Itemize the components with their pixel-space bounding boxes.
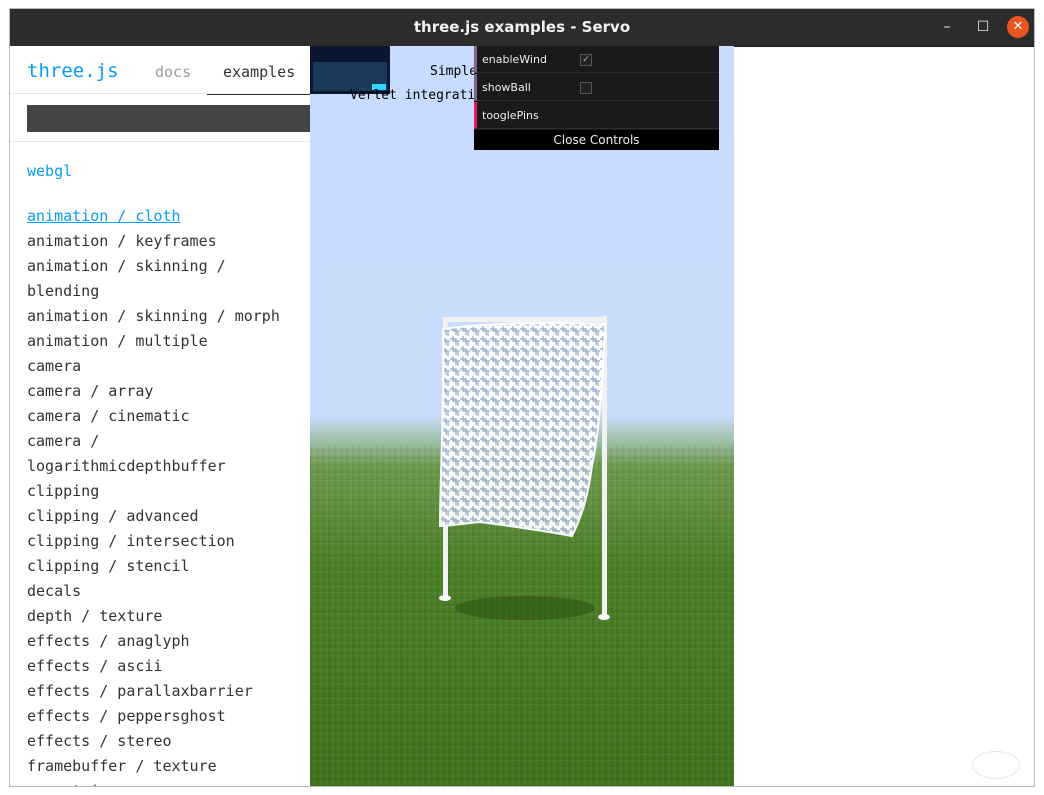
- example-link[interactable]: effects / stereo: [27, 729, 302, 754]
- webgl-viewport[interactable]: Simple Verlet integrati enableWind ✓ sho…: [310, 46, 734, 786]
- search-input[interactable]: [27, 105, 310, 132]
- maximize-button[interactable]: ☐: [972, 16, 994, 38]
- enable-wind-checkbox[interactable]: ✓: [580, 54, 592, 66]
- window-title: three.js examples - Servo: [413, 18, 631, 36]
- controls-panel: enableWind ✓ showBall tooglePins Close C…: [474, 46, 719, 150]
- example-link[interactable]: logarithmicdepthbuffer: [27, 454, 302, 479]
- examples-list: animation / cloth animation / keyframes an…: [27, 204, 302, 786]
- example-link[interactable]: camera: [27, 354, 302, 379]
- control-label: tooglePins: [482, 109, 539, 122]
- info-line-1: Simple: [430, 64, 477, 79]
- example-link[interactable]: decals: [27, 579, 302, 604]
- fullscreen-toggle[interactable]: [972, 751, 1020, 779]
- example-link[interactable]: animation / skinning / morph: [27, 304, 302, 329]
- example-link[interactable]: animation / keyframes: [27, 229, 302, 254]
- example-link[interactable]: clipping / intersection: [27, 529, 302, 554]
- active-tab-underline: [207, 94, 310, 95]
- cloth-mesh: [438, 321, 607, 538]
- example-link[interactable]: camera /: [27, 429, 302, 454]
- info-line-2: Verlet integrati: [350, 88, 476, 103]
- right-pole-base: [598, 614, 610, 620]
- example-link[interactable]: clipping / advanced: [27, 504, 302, 529]
- control-label: showBall: [482, 81, 531, 94]
- sidebar: three.js docs examples webgl animation /…: [10, 46, 310, 786]
- cloth-scene: [438, 316, 610, 620]
- close-controls-button[interactable]: Close Controls: [474, 130, 719, 150]
- app-window: three.js examples - Servo – ☐ ✕ three.js…: [9, 8, 1035, 787]
- control-show-ball[interactable]: showBall: [474, 74, 719, 101]
- example-link[interactable]: animation / skinning /: [27, 254, 302, 279]
- example-link[interactable]: clipping / stencil: [27, 554, 302, 579]
- minimize-button[interactable]: –: [936, 16, 958, 38]
- threejs-logo-link[interactable]: three.js: [27, 60, 119, 82]
- example-link[interactable]: animation / cloth: [27, 204, 302, 229]
- example-link[interactable]: effects / parallaxbarrier: [27, 679, 302, 704]
- example-link[interactable]: clipping: [27, 479, 302, 504]
- example-link[interactable]: geometries: [27, 779, 302, 786]
- control-toogle-pins[interactable]: tooglePins: [474, 102, 719, 129]
- example-link[interactable]: animation / multiple: [27, 329, 302, 354]
- example-link[interactable]: blending: [27, 279, 302, 304]
- example-link[interactable]: effects / anaglyph: [27, 629, 302, 654]
- category-heading-webgl: webgl: [27, 162, 73, 180]
- cloth-shadow: [455, 596, 595, 620]
- example-link[interactable]: camera / cinematic: [27, 404, 302, 429]
- example-link[interactable]: depth / texture: [27, 604, 302, 629]
- control-enable-wind[interactable]: enableWind ✓: [474, 46, 719, 73]
- example-link[interactable]: camera / array: [27, 379, 302, 404]
- control-label: enableWind: [482, 53, 547, 66]
- example-link[interactable]: framebuffer / texture: [27, 754, 302, 779]
- show-ball-checkbox[interactable]: [580, 82, 592, 94]
- example-link[interactable]: effects / ascii: [27, 654, 302, 679]
- tab-docs[interactable]: docs: [155, 63, 191, 81]
- top-bar: [443, 317, 607, 322]
- close-button[interactable]: ✕: [1007, 16, 1029, 38]
- left-pole-base: [439, 595, 451, 601]
- tab-examples[interactable]: examples: [223, 63, 295, 81]
- example-link[interactable]: effects / peppersghost: [27, 704, 302, 729]
- title-bar[interactable]: three.js examples - Servo – ☐ ✕: [10, 9, 1034, 47]
- search-divider: [10, 141, 310, 142]
